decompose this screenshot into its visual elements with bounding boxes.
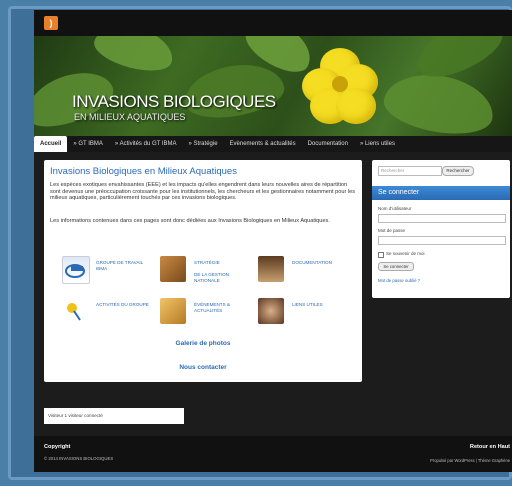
intro-paragraph: Les espèces exotiques envahissantes (EEE… [50,182,356,202]
copyright-text: © 2014 INVASIONS BIOLOGIQUES [44,456,114,461]
sidebar: Rechercher Rechercher Se connecter Nom d… [372,160,510,298]
remember-label: Se souvenir de moi [386,251,425,256]
grid-label: GROUPE DE TRAVAIL IBMA [96,260,144,271]
lost-password-link[interactable]: Mot de passe oublié ? [378,278,420,283]
rss-icon[interactable]: ) [44,16,58,30]
yellow-flower-image [302,48,380,124]
back-to-top-link[interactable]: Retour en Haut [470,444,510,450]
search-button[interactable]: Rechercher [442,166,474,176]
website: ) INVASIONS BIOLOGIQUES EN MILIEUX AQUAT… [34,10,512,472]
main-nav: Accueil » GT IBMA » Activités du GT IBMA… [34,136,512,152]
grid-item-evenements[interactable]: ÉVÈNEMENTS & ACTUALITÉS [160,298,250,324]
nav-item-evenements[interactable]: Evènements & actualités [224,136,302,152]
nav-item-documentation[interactable]: Documentation [302,136,354,152]
leaf-image [379,66,499,136]
grid-label: ÉVÈNEMENTS & ACTUALITÉS [194,302,230,313]
search-input[interactable]: Rechercher [378,166,442,176]
top-bar: ) [34,10,512,36]
site-subtitle: EN MILIEUX AQUATIQUES [74,112,186,122]
password-label: Mot de passe [378,228,406,233]
nav-item-strategie[interactable]: » Stratégie [183,136,224,152]
contact-link[interactable]: Nous contacter [44,364,362,371]
leaf-image [180,57,288,125]
nav-item-liens[interactable]: » Liens utiles [354,136,401,152]
remember-checkbox[interactable] [378,252,384,258]
links-photo-icon [258,298,284,324]
grid-label: STRATÉGIE [194,260,220,265]
nav-item-activites[interactable]: » Activités du GT IBMA [109,136,183,152]
login-button[interactable]: Se connecter [378,262,414,271]
content-area: Invasions Biologiques en Milieux Aquatiq… [34,152,512,436]
info-paragraph: Les informations contenues dans ces page… [50,218,330,224]
page-title: Invasions Biologiques en Milieux Aquatiq… [50,166,237,177]
grid-label: LIENS UTILES [292,302,323,307]
username-field[interactable] [378,214,506,223]
grid-item-strategie[interactable]: STRATÉGIE DE LA GESTION NATIONALE [160,256,250,283]
grid-item-documentation[interactable]: DOCUMENTATION [258,256,348,282]
nav-item-accueil[interactable]: Accueil [34,136,68,152]
ibma-logo-icon [62,256,90,284]
events-photo-icon [160,298,186,324]
pin-icon [62,298,88,324]
grid-item-liens[interactable]: LIENS UTILES [258,298,348,324]
login-widget-title: Se connecter [372,186,510,200]
leaf-image [90,36,178,78]
password-field[interactable] [378,236,506,245]
main-article: Invasions Biologiques en Milieux Aquatiq… [44,160,362,382]
gallery-link[interactable]: Galerie de photos [44,340,362,347]
grid-label: DOCUMENTATION [292,260,332,265]
site-title[interactable]: INVASIONS BIOLOGIQUES [72,92,276,112]
footer: Copyright © 2014 INVASIONS BIOLOGIQUES R… [34,436,512,472]
grid-sublabel: DE LA GESTION NATIONALE [194,272,229,283]
powered-by: Propulsé par WordPress | Thème Graphène [430,458,510,463]
visitor-counter: Visiteur 1 visiteur connecté [44,408,184,424]
books-icon [258,256,284,282]
grid-label: ACTIVITÉS DU GROUPE [96,302,149,307]
nav-item-gt-ibma[interactable]: » GT IBMA [67,136,109,152]
header-banner: INVASIONS BIOLOGIQUES EN MILIEUX AQUATIQ… [34,36,512,136]
grid-item-groupe-travail[interactable]: GROUPE DE TRAVAIL IBMA [62,256,152,284]
grid-item-activites[interactable]: ACTIVITÉS DU GROUPE [62,298,152,324]
username-label: Nom d'utilisateur [378,206,412,211]
strategy-photo-icon [160,256,186,282]
copyright-title: Copyright [44,444,71,450]
